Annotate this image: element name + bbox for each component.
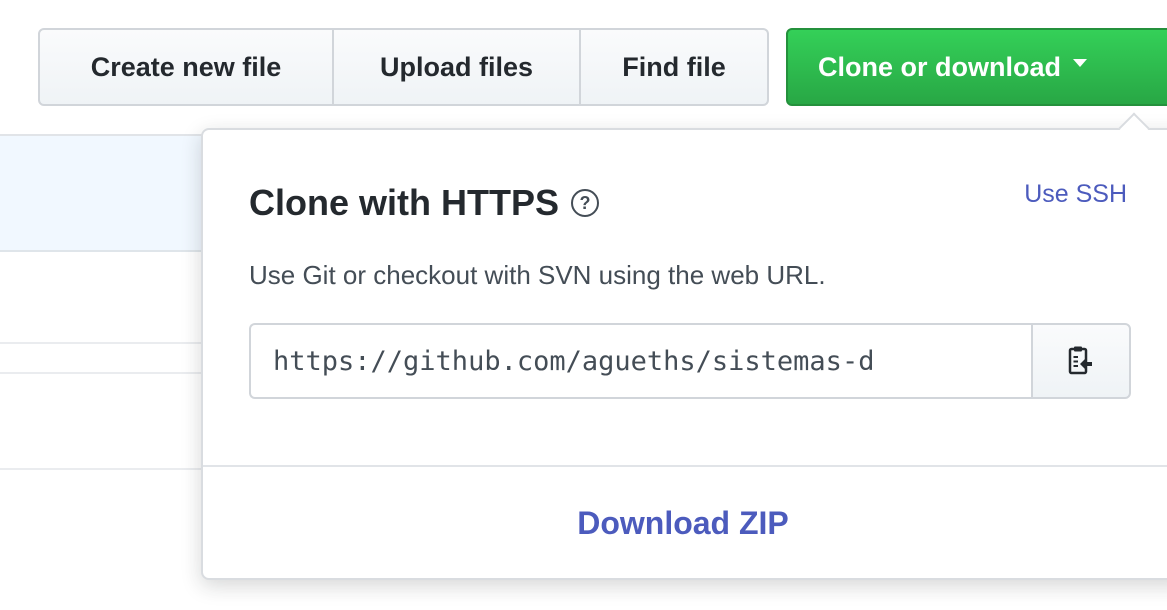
clone-title-text: Clone with HTTPS: [249, 182, 559, 223]
caret-down-icon: [1073, 59, 1087, 67]
file-list-row[interactable]: [0, 344, 205, 374]
clone-url-input[interactable]: [249, 323, 1031, 399]
clone-title: Clone with HTTPS ?: [249, 182, 599, 224]
use-ssh-link[interactable]: Use SSH: [1024, 180, 1127, 209]
clone-or-download-label: Clone or download: [818, 51, 1061, 82]
clone-or-download-button[interactable]: Clone or download: [786, 28, 1167, 106]
clone-dropdown-panel: Clone with HTTPS ? Use SSH Use Git or ch…: [201, 112, 1167, 580]
clone-url-group: [249, 323, 1131, 399]
clone-description: Use Git or checkout with SVN using the w…: [249, 260, 826, 290]
clipboard-icon: [1068, 346, 1092, 375]
download-zip-link[interactable]: Download ZIP: [203, 467, 1163, 580]
file-actions-button-group: Create new file Upload files Find file: [38, 28, 769, 106]
file-list-background: [0, 134, 205, 470]
dropdown-pointer: [1118, 112, 1150, 144]
file-list-header: [0, 134, 205, 252]
upload-files-button[interactable]: Upload files: [334, 28, 581, 106]
create-new-file-button[interactable]: Create new file: [38, 28, 334, 106]
copy-url-button[interactable]: [1031, 323, 1131, 399]
question-help-icon[interactable]: ?: [571, 189, 599, 217]
file-list-row[interactable]: [0, 374, 205, 470]
find-file-button[interactable]: Find file: [581, 28, 769, 106]
file-list-row[interactable]: [0, 252, 205, 344]
